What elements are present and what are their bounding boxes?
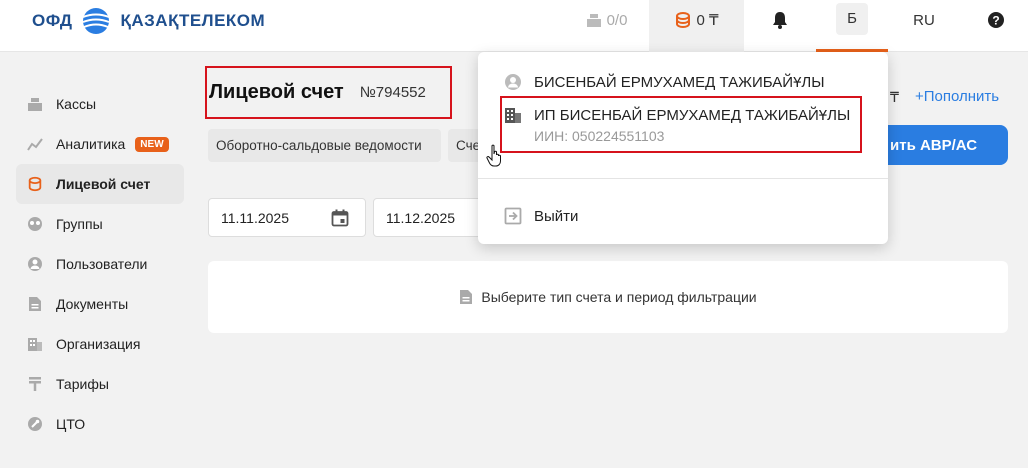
user-icon	[505, 74, 521, 90]
empty-state-message: Выберите тип счета и период фильтрации	[481, 289, 757, 305]
sidebar-item-organization[interactable]: Организация	[16, 324, 184, 364]
sidebar-item-analytics[interactable]: Аналитика NEW	[16, 124, 184, 164]
sidebar-item-label: Тарифы	[56, 376, 109, 392]
cash-register-icon	[586, 14, 601, 27]
sidebar-item-label: Организация	[56, 336, 141, 352]
sidebar-item-groups[interactable]: Группы	[16, 204, 184, 244]
sidebar-nav: Кассы Аналитика NEW Лицевой счет Группы …	[16, 84, 184, 444]
logout-button[interactable]: Выйти	[478, 199, 888, 233]
notifications-button[interactable]	[762, 0, 798, 40]
sidebar-item-kassy[interactable]: Кассы	[16, 84, 184, 124]
sidebar-item-users[interactable]: Пользователи	[16, 244, 184, 284]
kassy-counter[interactable]: 0/0	[576, 0, 636, 40]
sidebar-item-label: Лицевой счет	[56, 176, 151, 192]
highlight-box	[500, 96, 862, 153]
topup-link[interactable]: +Пополнить	[915, 88, 999, 105]
balance-value: 0 ₸	[696, 12, 719, 29]
dropdown-item-person[interactable]: БИСЕНБАЙ ЕРМУХАМЕД ТАЖИБАЙҰЛЫ	[478, 65, 888, 99]
wrench-icon	[26, 415, 44, 433]
page-title: Лицевой счет	[209, 81, 344, 103]
globe-logo-icon	[83, 8, 110, 34]
language-switcher[interactable]: RU	[904, 0, 944, 40]
top-header: ОФД ҚАЗАҚТЕЛЕКОМ 0/0 0 ₸ Б RU ?	[0, 0, 1028, 52]
coins-icon	[26, 175, 44, 193]
sidebar-item-cto[interactable]: ЦТО	[16, 404, 184, 444]
dropdown-divider	[478, 178, 888, 179]
sidebar-item-label: Пользователи	[56, 256, 148, 272]
document-icon	[26, 295, 44, 313]
svg-text:?: ?	[992, 14, 999, 28]
new-badge: NEW	[135, 136, 169, 152]
balance-menu[interactable]: 0 ₸	[649, 0, 744, 52]
tab-turnover-statements[interactable]: Оборотно-сальдовые ведомости	[208, 129, 441, 162]
date-to-value: 11.12.2025	[386, 209, 456, 226]
sidebar-item-label: Группы	[56, 216, 103, 232]
user-menu-button[interactable]: Б	[816, 0, 888, 52]
balance-currency: ₸	[890, 89, 899, 105]
page-title-box: Лицевой счет №794552	[205, 66, 452, 119]
person-name: БИСЕНБАЙ ЕРМУХАМЕД ТАЖИБАЙҰЛЫ	[534, 73, 825, 91]
date-from-input[interactable]: 11.11.2025	[208, 198, 366, 237]
bell-icon	[773, 12, 787, 29]
logo-ofd-text: ОФД	[32, 11, 73, 30]
sidebar-item-label: ЦТО	[56, 416, 86, 432]
sidebar-item-label: Аналитика	[56, 136, 126, 152]
calendar-icon[interactable]	[331, 209, 349, 227]
user-icon	[26, 255, 44, 273]
date-from-value: 11.11.2025	[221, 209, 289, 226]
ofd-logo[interactable]: ОФД ҚАЗАҚТЕЛЕКОМ	[32, 6, 265, 36]
sidebar-item-documents[interactable]: Документы	[16, 284, 184, 324]
user-avatar: Б	[836, 2, 868, 35]
results-panel: Выберите тип счета и период фильтрации	[208, 261, 1008, 333]
account-number: №794552	[359, 84, 426, 101]
sidebar-item-label: Кассы	[56, 96, 97, 112]
logo-company-text: ҚАЗАҚТЕЛЕКОМ	[120, 11, 266, 30]
help-button[interactable]: ?	[982, 0, 1010, 40]
sidebar-item-label: Документы	[56, 296, 129, 312]
date-to-input[interactable]: 11.12.2025	[373, 198, 483, 237]
tariff-icon	[26, 375, 44, 393]
sidebar-item-tariffs[interactable]: Тарифы	[16, 364, 184, 404]
sidebar-item-account[interactable]: Лицевой счет	[16, 164, 184, 204]
logout-label: Выйти	[534, 207, 579, 225]
help-icon: ?	[988, 12, 1004, 28]
user-dropdown-menu: БИСЕНБАЙ ЕРМУХАМЕД ТАЖИБАЙҰЛЫ ИП БИСЕНБА…	[478, 52, 888, 244]
chart-icon	[26, 135, 44, 153]
coins-icon	[676, 12, 691, 28]
groups-icon	[26, 215, 44, 233]
dropdown-item-organization[interactable]: ИП БИСЕНБАЙ ЕРМУХАМЕД ТАЖИБАЙҰЛЫ ИИН: 05…	[478, 96, 888, 154]
logout-icon	[504, 207, 522, 225]
cash-register-icon	[26, 95, 44, 113]
kassy-count: 0/0	[606, 11, 628, 29]
building-icon	[26, 335, 44, 353]
hand-cursor-icon	[486, 144, 501, 167]
document-icon	[460, 290, 473, 304]
